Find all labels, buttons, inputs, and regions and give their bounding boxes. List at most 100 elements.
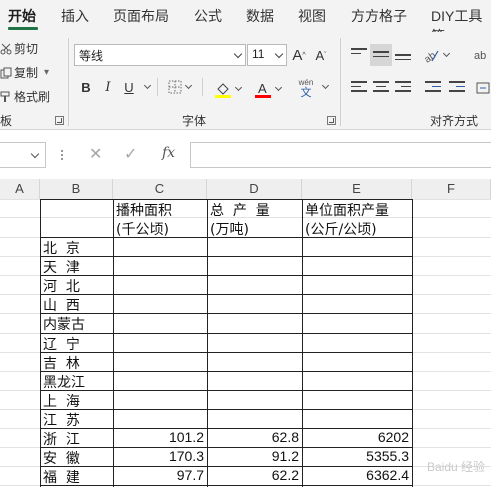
borders-button[interactable] xyxy=(164,77,194,97)
font-color-swatch xyxy=(254,95,271,98)
increase-font-icon: A xyxy=(292,46,303,64)
copy-dropdown-arrow[interactable]: ▾ xyxy=(44,67,49,78)
region-cell[interactable]: 江 苏 xyxy=(43,410,109,430)
header-total-output[interactable]: 总 产 量 xyxy=(210,200,270,220)
copy-button[interactable]: 复制 ▾ xyxy=(0,64,49,81)
region-cell[interactable]: 安 徽 xyxy=(43,448,109,468)
align-right-button[interactable] xyxy=(392,78,414,98)
underline-dropdown[interactable] xyxy=(140,77,151,97)
increase-font-size-button[interactable]: A ^ xyxy=(290,44,308,66)
align-center-button[interactable] xyxy=(370,78,392,98)
column-header-f[interactable]: F xyxy=(412,179,491,200)
font-size-dropdown[interactable]: 11 xyxy=(247,44,287,66)
orientation-button[interactable]: ab xyxy=(420,44,450,66)
font-dialog-launcher[interactable] xyxy=(327,116,336,125)
align-middle-button[interactable] xyxy=(370,44,392,66)
region-cell[interactable]: 天 津 xyxy=(43,257,109,277)
ribbon-tab-bar: 开始 插入 页面布局 公式 数据 视图 方方格子 DIY工具箱 xyxy=(0,0,491,44)
group-separator xyxy=(157,78,158,96)
region-cell[interactable]: 黑龙江 xyxy=(43,372,109,392)
sown-area-cell[interactable]: 170.3 xyxy=(113,448,204,464)
confirm-entry-icon[interactable]: ✓ xyxy=(124,144,137,164)
font-size-value: 11 xyxy=(252,47,265,61)
align-bottom-icon xyxy=(395,48,411,62)
region-cell[interactable]: 吉 林 xyxy=(43,353,109,373)
underline-button[interactable]: U xyxy=(120,77,138,97)
scissors-icon xyxy=(0,43,12,54)
region-cell[interactable]: 福 建 xyxy=(43,467,109,487)
region-cell[interactable]: 内蒙古 xyxy=(43,314,109,334)
sown-area-cell[interactable]: 101.2 xyxy=(113,429,204,445)
column-header-a[interactable]: A xyxy=(0,179,40,200)
font-name-dropdown[interactable]: 等线 xyxy=(74,44,246,66)
merge-center-button[interactable] xyxy=(474,78,491,98)
italic-button[interactable]: I xyxy=(100,77,116,97)
header-total-output-unit[interactable]: (万吨) xyxy=(210,219,249,239)
formula-input[interactable] xyxy=(190,142,491,168)
header-sown-area[interactable]: 播种面积 xyxy=(116,200,172,220)
column-header-d[interactable]: D xyxy=(207,179,302,200)
region-cell[interactable]: 辽 宁 xyxy=(43,334,109,354)
chevron-down-icon xyxy=(184,81,192,90)
column-header-c[interactable]: C xyxy=(113,179,207,200)
insert-function-button[interactable]: fx xyxy=(162,145,175,161)
tab-fangfang[interactable]: 方方格子 xyxy=(351,6,407,26)
fill-color-button[interactable] xyxy=(210,77,244,101)
table-border-vertical xyxy=(40,199,41,487)
tab-formulas[interactable]: 公式 xyxy=(194,6,222,26)
header-yield[interactable]: 单位面积产量 xyxy=(305,200,389,220)
increase-indent-icon xyxy=(449,81,465,95)
clipboard-dialog-launcher[interactable] xyxy=(55,116,64,125)
align-middle-icon xyxy=(373,48,389,62)
header-yield-unit[interactable]: (公斤/公顷) xyxy=(305,219,377,239)
formula-bar-grip[interactable] xyxy=(61,150,63,160)
phonetic-dropdown[interactable] xyxy=(318,77,329,97)
bold-button[interactable]: B xyxy=(78,77,94,97)
format-painter-button[interactable]: 格式刷 xyxy=(0,88,50,105)
svg-text:ab: ab xyxy=(474,50,486,62)
table-border-vertical xyxy=(412,199,413,487)
align-top-button[interactable] xyxy=(348,44,370,66)
format-painter-label: 格式刷 xyxy=(14,90,51,104)
tab-home[interactable]: 开始 xyxy=(8,6,36,26)
total-output-cell[interactable]: 62.2 xyxy=(207,467,299,483)
borders-icon xyxy=(168,80,181,94)
decrease-font-size-button[interactable]: Aˇ xyxy=(312,44,330,66)
region-cell[interactable]: 浙 江 xyxy=(43,429,109,449)
decrease-indent-icon xyxy=(425,81,441,95)
yield-cell[interactable]: 5355.3 xyxy=(302,448,409,464)
chevron-down-icon xyxy=(442,49,450,58)
align-bottom-button[interactable] xyxy=(392,44,414,66)
cut-button[interactable]: 剪切 xyxy=(0,40,38,57)
header-sown-area-unit[interactable]: (千公顷) xyxy=(116,219,169,239)
font-color-button[interactable]: A xyxy=(250,77,284,101)
region-cell[interactable]: 上 海 xyxy=(43,391,109,411)
phonetic-guide-button[interactable]: wén 文 xyxy=(294,76,318,102)
total-output-cell[interactable]: 91.2 xyxy=(207,448,299,464)
region-cell[interactable]: 山 西 xyxy=(43,295,109,315)
wrap-text-button[interactable]: ab xyxy=(472,44,491,66)
tab-insert[interactable]: 插入 xyxy=(61,6,89,26)
region-cell[interactable]: 河 北 xyxy=(43,276,109,296)
chevron-down-icon xyxy=(321,81,329,90)
yield-cell[interactable]: 6202 xyxy=(302,429,409,445)
sown-area-cell[interactable]: 97.7 xyxy=(113,467,204,483)
chevron-down-icon xyxy=(143,81,151,90)
chevron-down-icon xyxy=(274,49,284,59)
column-header-e[interactable]: E xyxy=(302,179,412,200)
yield-cell[interactable]: 6362.4 xyxy=(302,467,409,483)
region-cell[interactable]: 北 京 xyxy=(43,238,109,258)
align-left-button[interactable] xyxy=(348,78,370,98)
tab-data[interactable]: 数据 xyxy=(246,6,274,26)
cancel-entry-icon[interactable]: ✕ xyxy=(89,144,102,164)
increase-indent-button[interactable] xyxy=(446,78,468,98)
paint-bucket-icon xyxy=(214,83,231,98)
tab-view[interactable]: 视图 xyxy=(298,6,326,26)
decrease-indent-button[interactable] xyxy=(422,78,444,98)
tab-page-layout[interactable]: 页面布局 xyxy=(113,6,169,26)
column-header-b[interactable]: B xyxy=(40,179,113,200)
total-output-cell[interactable]: 62.8 xyxy=(207,429,299,445)
name-box[interactable] xyxy=(0,142,46,168)
watermark: Baidu 经验 xyxy=(426,460,485,474)
font-name-value: 等线 xyxy=(79,49,104,63)
